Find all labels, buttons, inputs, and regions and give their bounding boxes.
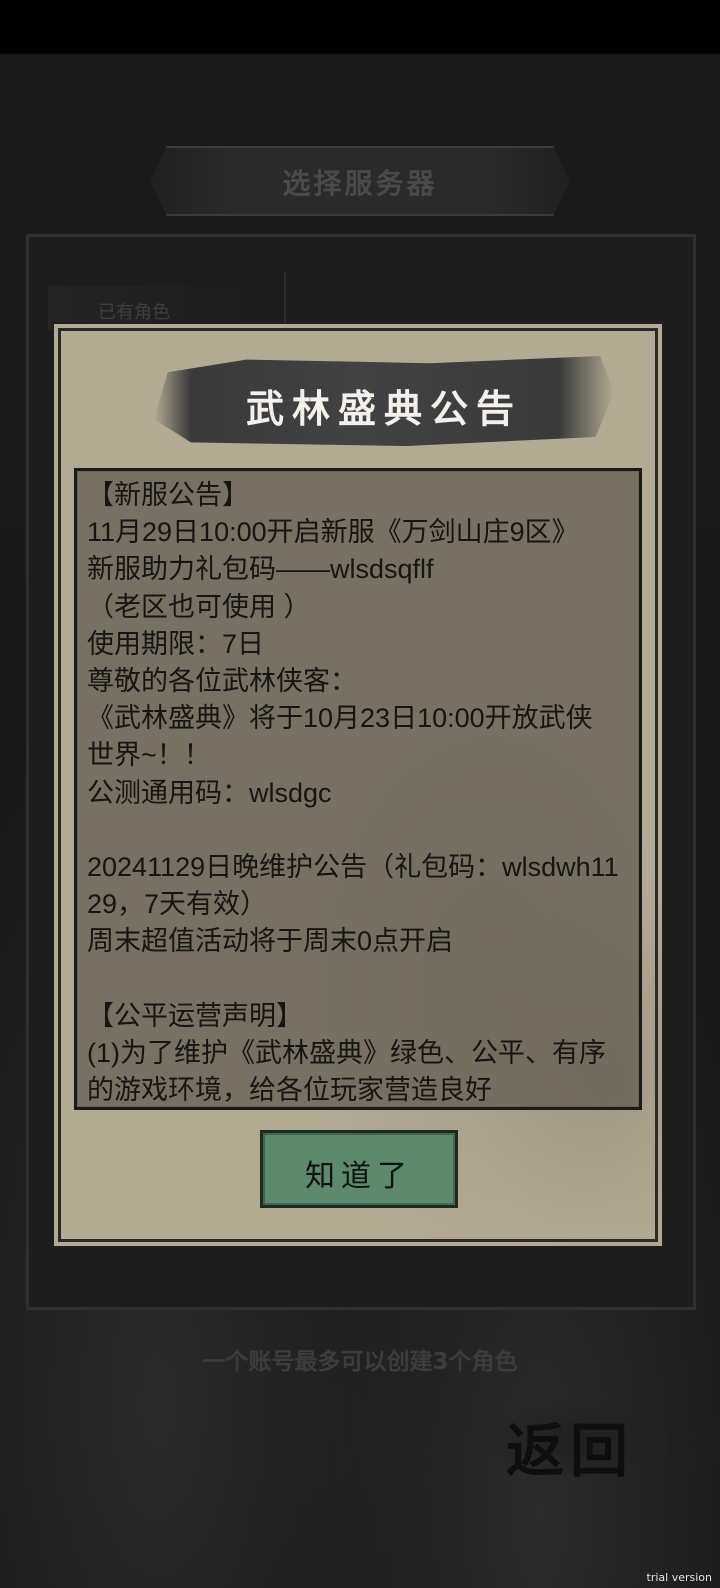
tab-existing-roles-label: 已有角色 <box>98 302 170 323</box>
server-select-title: 选择服务器 <box>282 167 438 200</box>
notice-text: 【新服公告】 11月29日10:00开启新服《万剑山庄9区》 新服助力礼包码——… <box>87 480 619 1106</box>
notice-scroll-area[interactable]: 【新服公告】 11月29日10:00开启新服《万剑山庄9区》 新服助力礼包码——… <box>74 468 642 1110</box>
account-limit-note: 一个账号最多可以创建3个角色 <box>202 1349 518 1375</box>
ok-button-label: 知道了 <box>305 1159 413 1194</box>
watermark: trial version <box>646 1571 712 1584</box>
server-select-banner: 选择服务器 <box>150 146 570 216</box>
status-bar <box>0 0 720 54</box>
announcement-dialog: 武林盛典公告 【新服公告】 11月29日10:00开启新服《万剑山庄9区》 新服… <box>52 322 664 1248</box>
dialog-title: 武林盛典公告 <box>245 386 522 431</box>
dialog-header-band: 武林盛典公告 <box>154 356 614 446</box>
back-button[interactable]: 返回 <box>478 1398 678 1485</box>
ok-button[interactable]: 知道了 <box>260 1130 458 1208</box>
back-label: 返回 <box>506 1417 635 1485</box>
